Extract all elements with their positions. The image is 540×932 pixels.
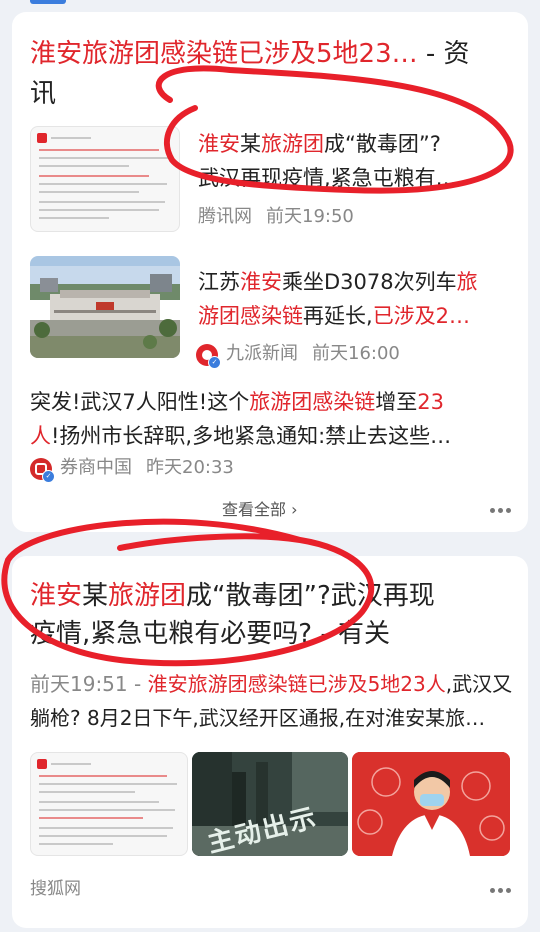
verified-icon: ✓ (42, 470, 55, 483)
item-1-meta: 腾讯网 前天19:50 (198, 204, 368, 230)
verified-icon: ✓ (208, 356, 221, 369)
item-1-title-line2: 武汉再现疫情,紧急屯粮有… (198, 166, 457, 190)
item-2-title-line2: 游团感染链再延长,已涉及2… (198, 304, 471, 328)
source-name: 券商中国 (60, 457, 132, 478)
snippet-line2: 躺枪? 8月2日下午,武汉经开区通报,在对淮安某旅… (30, 706, 486, 730)
timestamp: 前天19:50 (266, 206, 354, 227)
timestamp: 前天16:00 (312, 343, 400, 364)
train-station-photo (30, 256, 180, 358)
street-photo-image[interactable]: 主动出示 (192, 752, 348, 856)
card-title-line2[interactable]: 疫情,紧急屯粮有必要吗? - 有关 (30, 614, 514, 654)
top-indicator (30, 0, 66, 4)
card-title-line1[interactable]: 淮安某旅游团成“散毒团”?武汉再现 (30, 576, 514, 616)
item-2-meta: 九派新闻 前天16:00 (226, 341, 414, 367)
source-name: 搜狐网 (30, 879, 81, 899)
snippet-line1: 前天19:51 - 淮安旅游团感染链已涉及5地23人,武汉又 (30, 672, 513, 696)
timestamp: 昨天20:33 (146, 457, 234, 478)
news-card-sohu[interactable]: 淮安某旅游团成“散毒团”?武汉再现 疫情,紧急屯粮有必要吗? - 有关 前天19… (12, 556, 528, 928)
more-options-icon[interactable] (490, 888, 514, 894)
card-title[interactable]: 淮安旅游团感染链已涉及5地23… - 资 讯 (30, 34, 510, 114)
item-2-title-line1: 江苏淮安乘坐D3078次列车旅 (198, 270, 478, 294)
view-all-link[interactable]: 查看全部 › (222, 496, 298, 520)
item-1-title-line1: 淮安某旅游团成“散毒团”? (198, 132, 441, 156)
item-3-title-line2: 人!扬州市长辞职,多地紧急通知:禁止去这些… (30, 424, 452, 448)
source-name: 腾讯网 (198, 206, 252, 227)
item-3-meta: 券商中国 昨天20:33 (60, 455, 248, 481)
news-card-aggregate[interactable]: 淮安旅游团感染链已涉及5地23… - 资 讯 淮安某旅游团成“散毒团”? 武汉再… (12, 12, 528, 532)
item-3-title-line1: 突发!武汉7人阳性!这个旅游团感染链增至23 (30, 390, 444, 414)
source-name: 九派新闻 (226, 343, 298, 364)
chevron-right-icon: › (291, 500, 298, 519)
document-image[interactable] (30, 752, 188, 856)
more-options-icon[interactable] (490, 508, 514, 514)
document-icon (30, 126, 180, 232)
illustration-image[interactable] (352, 752, 510, 856)
